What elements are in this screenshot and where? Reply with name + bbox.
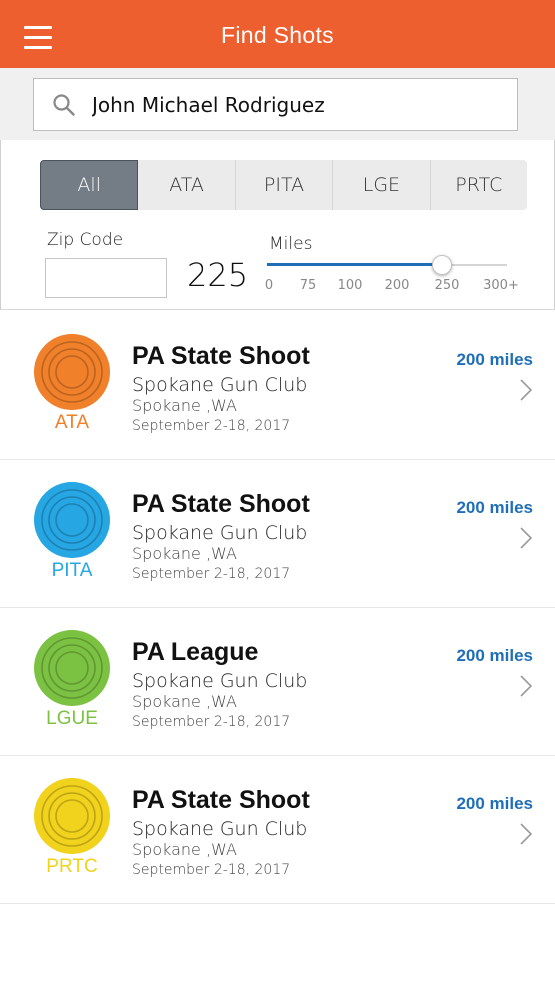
event-dates: September 2-18, 2017 <box>132 714 291 730</box>
club-name: Spokane Gun Club <box>132 522 308 544</box>
result-card-ata[interactable]: ATA PA State Shoot Spokane Gun Club Spok… <box>0 312 555 460</box>
event-dates: September 2-18, 2017 <box>132 418 291 434</box>
event-dates: September 2-18, 2017 <box>132 862 291 878</box>
result-card-pita[interactable]: PITA PA State Shoot Spokane Gun Club Spo… <box>0 460 555 608</box>
event-location: Spokane ,WA <box>132 396 237 415</box>
miles-label: Miles <box>269 234 313 254</box>
zip-code-input[interactable] <box>45 258 167 298</box>
search-icon <box>53 94 75 116</box>
event-title: PA State Shoot <box>132 490 310 518</box>
club-name: Spokane Gun Club <box>132 374 308 396</box>
association-filter: All ATA PITA LGE PRTC <box>40 160 527 210</box>
lgue-target-logo-icon <box>34 630 110 706</box>
app-header: Find Shots <box>0 0 555 68</box>
ata-target-logo-icon <box>34 334 110 410</box>
chevron-right-icon <box>520 823 533 845</box>
event-title: PA State Shoot <box>132 342 310 370</box>
event-location: Spokane ,WA <box>132 840 237 859</box>
chevron-right-icon <box>520 675 533 697</box>
association-label: PITA <box>51 560 93 581</box>
slider-tick-label: 300+ <box>483 278 519 293</box>
association-label: PRTC <box>46 856 98 877</box>
search-box[interactable] <box>33 78 518 131</box>
slider-tick-label: 200 <box>384 278 410 293</box>
search-input[interactable] <box>92 79 502 130</box>
event-distance: 200 miles <box>456 498 533 517</box>
filter-lge-button[interactable]: LGE <box>333 160 431 210</box>
club-name: Spokane Gun Club <box>132 818 308 840</box>
filter-prtc-button[interactable]: PRTC <box>431 160 527 210</box>
slider-tick-label: 0 <box>264 278 274 293</box>
slider-fill <box>267 263 442 266</box>
slider-thumb[interactable] <box>432 255 452 275</box>
prtc-target-logo-icon <box>34 778 110 854</box>
chevron-right-icon <box>520 527 533 549</box>
pita-target-logo-icon <box>34 482 110 558</box>
slider-tick-label: 250 <box>434 278 460 293</box>
result-card-lgue[interactable]: LGUE PA League Spokane Gun Club Spokane … <box>0 608 555 756</box>
result-card-prtc[interactable]: PRTC PA State Shoot Spokane Gun Club Spo… <box>0 756 555 904</box>
event-title: PA State Shoot <box>132 786 310 814</box>
miles-value: 225 <box>187 256 249 294</box>
event-distance: 200 miles <box>456 646 533 665</box>
event-distance: 200 miles <box>456 794 533 813</box>
event-title: PA League <box>132 638 259 666</box>
filter-panel: All ATA PITA LGE PRTC Zip Code 225 Miles… <box>0 140 555 310</box>
filter-ata-button[interactable]: ATA <box>138 160 236 210</box>
event-location: Spokane ,WA <box>132 544 237 563</box>
page-title: Find Shots <box>221 22 334 48</box>
association-label: LGUE <box>46 708 98 729</box>
chevron-right-icon <box>520 379 533 401</box>
event-location: Spokane ,WA <box>132 692 237 711</box>
miles-slider[interactable] <box>267 253 507 277</box>
filter-all-button[interactable]: All <box>40 160 139 210</box>
search-bar-area <box>0 68 555 140</box>
association-label: ATA <box>54 412 90 433</box>
club-name: Spokane Gun Club <box>132 670 308 692</box>
filter-pita-button[interactable]: PITA <box>236 160 334 210</box>
event-distance: 200 miles <box>456 350 533 369</box>
event-dates: September 2-18, 2017 <box>132 566 291 582</box>
slider-tick-label: 100 <box>337 278 363 293</box>
slider-tick-label: 75 <box>299 278 317 293</box>
zip-code-label: Zip Code <box>47 230 124 250</box>
